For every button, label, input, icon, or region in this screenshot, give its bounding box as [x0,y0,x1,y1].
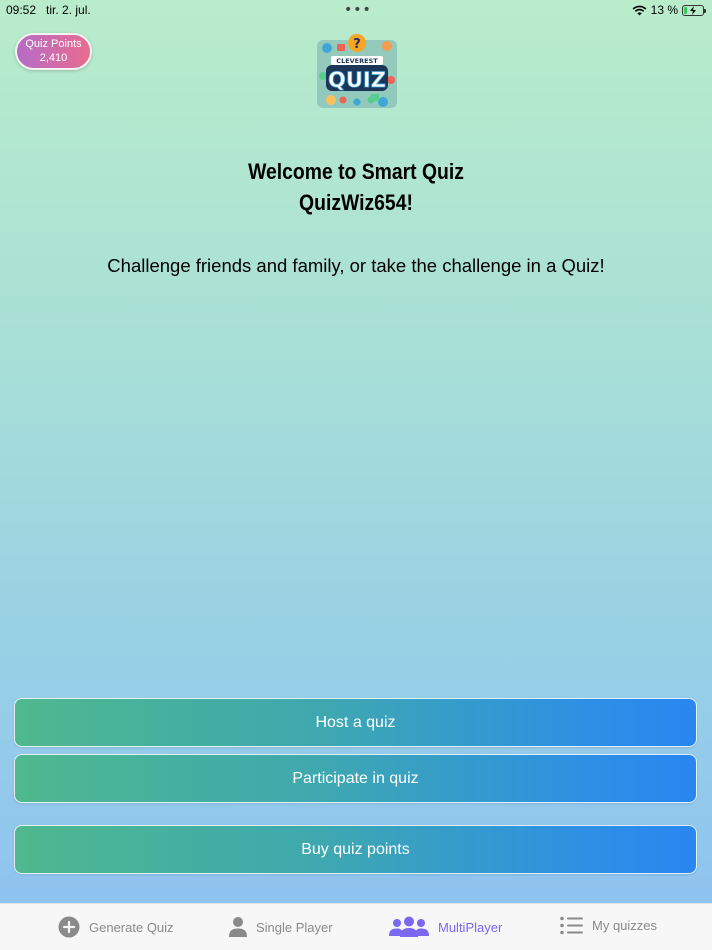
tab-single-player-label: Single Player [256,919,333,935]
svg-text:QUIZ: QUIZ [328,68,386,92]
person-icon [229,917,247,937]
tab-generate-quiz[interactable]: Generate Quiz [58,916,174,938]
welcome-line-1: Welcome to Smart Quiz [248,159,464,184]
tab-multiplayer[interactable]: MultiPlayer [389,916,502,938]
participate-quiz-button[interactable]: Participate in quiz [14,754,697,803]
svg-text:?: ? [353,37,361,52]
status-indicators: 13 % [632,3,706,17]
wifi-icon [632,5,647,15]
tab-bar: Generate Quiz Single Player MultiPlayer … [0,903,712,950]
multitasking-dots-icon[interactable]: ••• [344,2,372,18]
welcome-username: QuizWiz654! [299,190,413,215]
status-bar: 09:52 tir. 2. jul. ••• 13 % [0,0,712,20]
buy-quiz-points-button[interactable]: Buy quiz points [14,825,697,874]
tab-generate-quiz-label: Generate Quiz [89,919,174,935]
quiz-logo-icon: ? CLEVEREST QUIZ [317,34,397,108]
battery-percentage: 13 % [650,3,678,17]
tab-single-player[interactable]: Single Player [229,916,333,938]
list-icon [560,916,583,935]
status-time: 09:52 tir. 2. jul. [6,3,91,17]
subtitle-text: Challenge friends and family, or take th… [107,255,605,276]
tab-my-quizzes-label: My quizzes [592,918,658,933]
quiz-points-value: 2,410 [39,52,68,64]
welcome-heading: Welcome to Smart Quiz QuizWiz654! [43,156,670,218]
people-icon [389,916,429,937]
tab-multiplayer-label: MultiPlayer [438,919,503,935]
battery-icon [682,4,706,16]
tab-my-quizzes[interactable]: My quizzes [560,916,657,935]
quiz-points-label: Quiz Points [25,38,82,50]
quiz-points-badge[interactable]: Quiz Points 2,410 [15,33,92,70]
plus-circle-icon [58,916,80,938]
svg-text:CLEVEREST: CLEVEREST [336,57,378,65]
host-quiz-button[interactable]: Host a quiz [14,698,697,747]
